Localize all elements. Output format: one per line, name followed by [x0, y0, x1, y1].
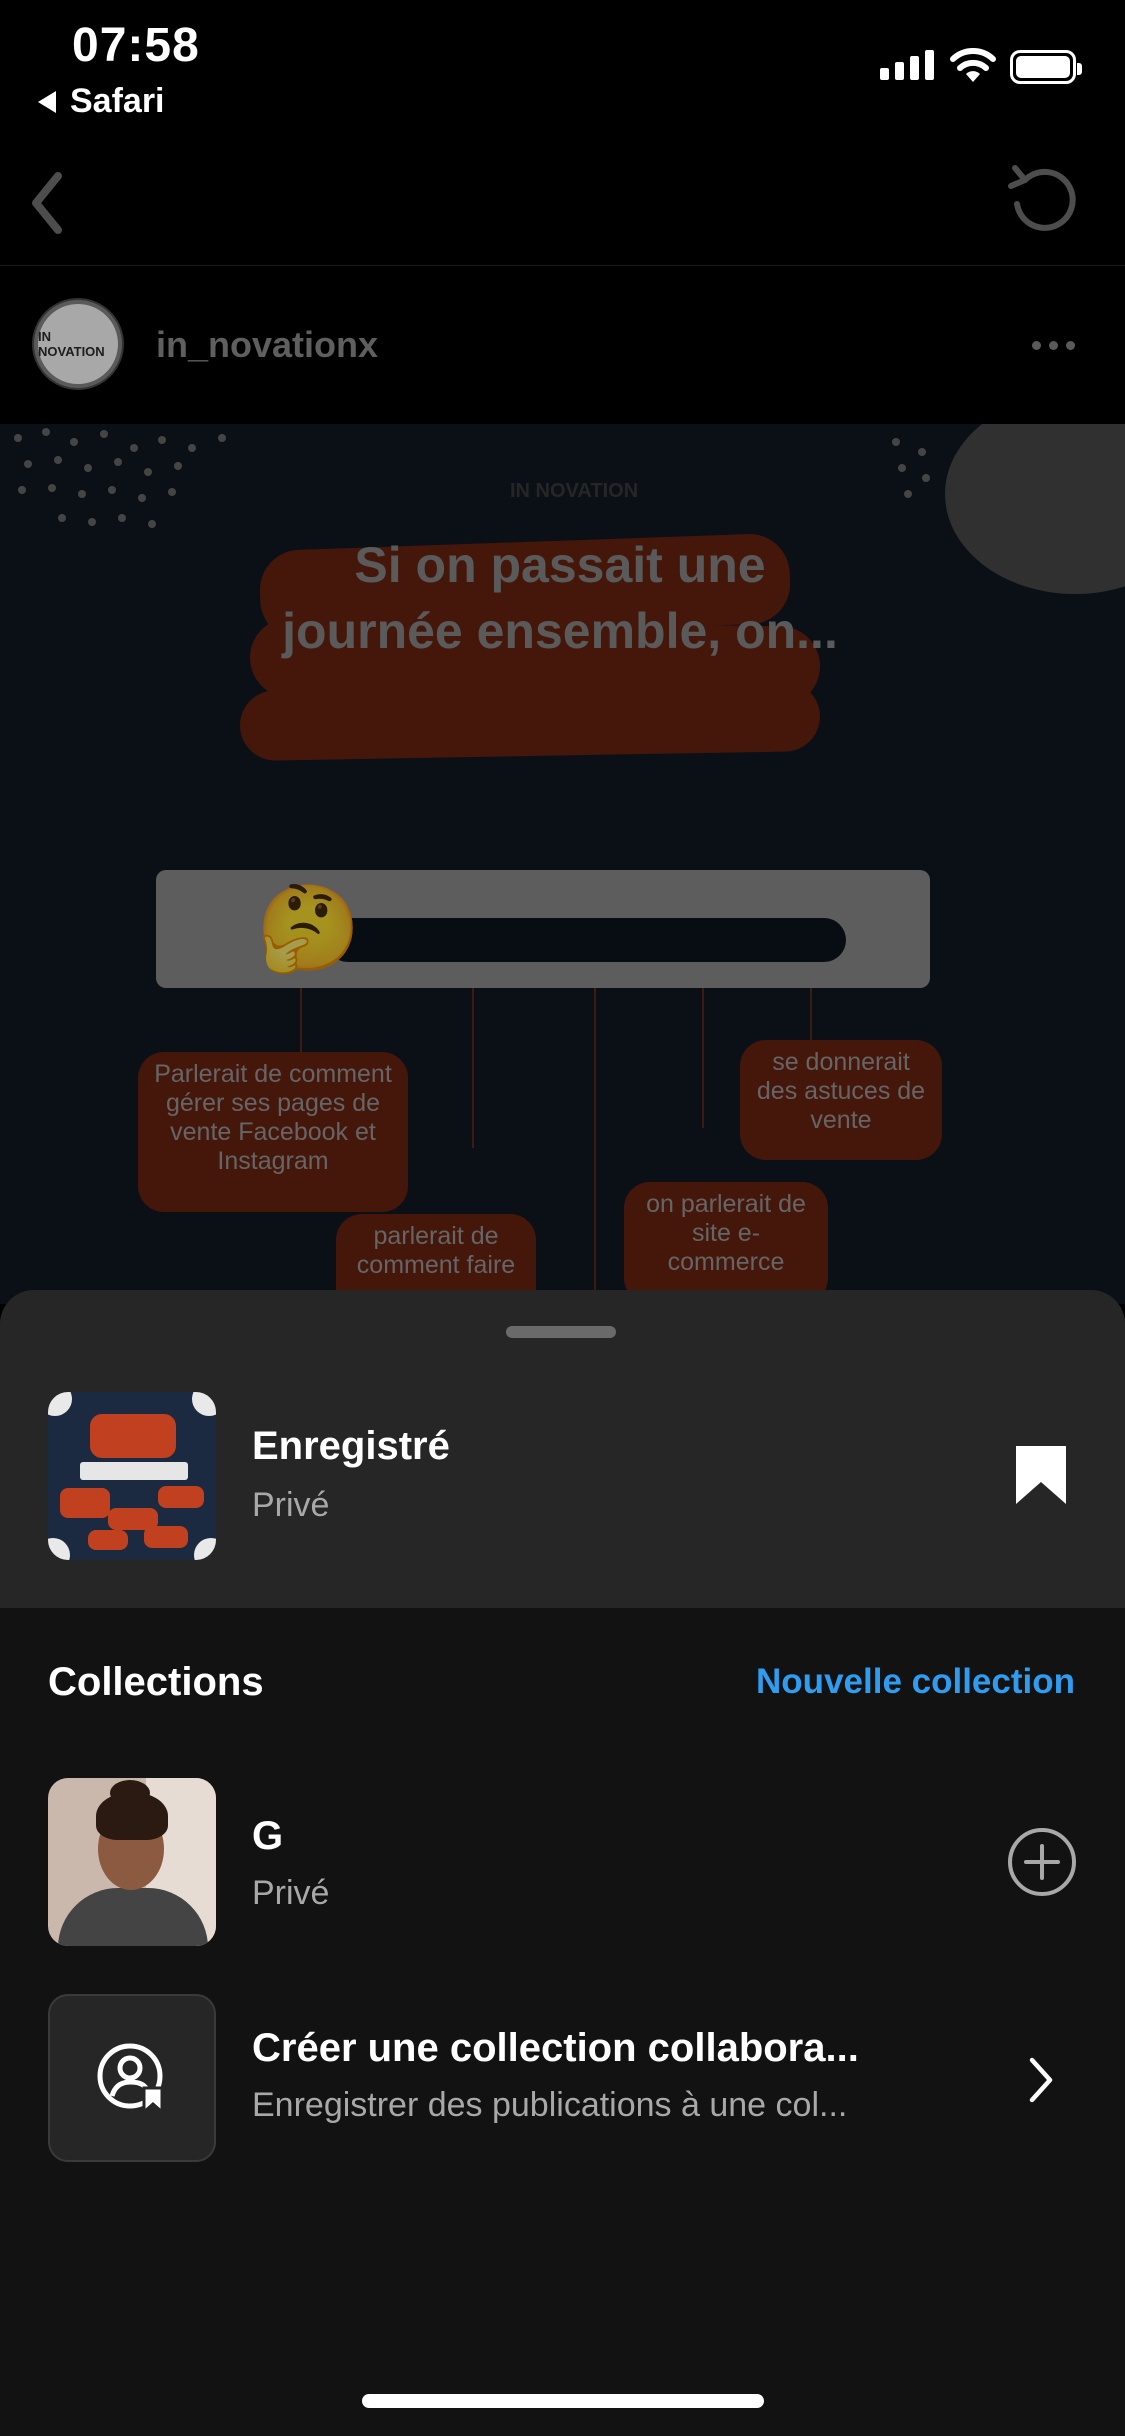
avatar-logo-text: IN NOVATION [38, 304, 118, 384]
collab-subtitle: Enregistrer des publications à une col..… [252, 2086, 848, 2124]
saved-privacy: Privé [252, 1486, 330, 1524]
wifi-icon [950, 48, 996, 82]
back-triangle-icon [38, 90, 56, 113]
status-bar: 07:58 Safari [0, 0, 1125, 140]
chevron-left-icon[interactable] [26, 168, 66, 238]
back-to-app-button[interactable]: Safari [38, 82, 165, 121]
refresh-icon[interactable] [1003, 160, 1083, 240]
collections-heading: Collections [48, 1660, 264, 1704]
post-header: IN NOVATION in_novationx [0, 266, 1125, 424]
home-indicator[interactable] [362, 2394, 764, 2408]
post-image: IN NOVATION Si on passait une journée en… [0, 424, 1125, 1304]
back-app-label: Safari [70, 82, 165, 120]
collection-cover-photo [48, 1778, 216, 1946]
collab-title: Créer une collection collabora... [252, 2026, 859, 2070]
collab-collection-icon [48, 1994, 216, 2162]
sheet-grabber[interactable] [506, 1326, 616, 1338]
profile-avatar[interactable]: IN NOVATION [32, 298, 124, 390]
saved-section[interactable]: Enregistré Privé [0, 1290, 1125, 1608]
add-circle-icon[interactable] [1006, 1826, 1078, 1898]
nav-bar [0, 140, 1125, 266]
collection-privacy: Privé [252, 1874, 330, 1912]
save-bottom-sheet: Enregistré Privé Collections Nouvelle co… [0, 1290, 1125, 2436]
status-time: 07:58 [72, 19, 200, 72]
saved-post-thumbnail [48, 1392, 216, 1560]
dim-overlay [0, 424, 1125, 1304]
saved-title: Enregistré [252, 1424, 450, 1468]
collection-name: G [252, 1814, 284, 1858]
post-username[interactable]: in_novationx [156, 324, 378, 366]
cellular-signal-icon [880, 50, 934, 80]
more-dots-icon[interactable] [1032, 341, 1075, 350]
chevron-right-icon[interactable] [1026, 2056, 1056, 2104]
battery-icon [1010, 50, 1082, 84]
new-collection-button[interactable]: Nouvelle collection [720, 1662, 1075, 1702]
bookmark-icon[interactable] [1014, 1444, 1068, 1506]
